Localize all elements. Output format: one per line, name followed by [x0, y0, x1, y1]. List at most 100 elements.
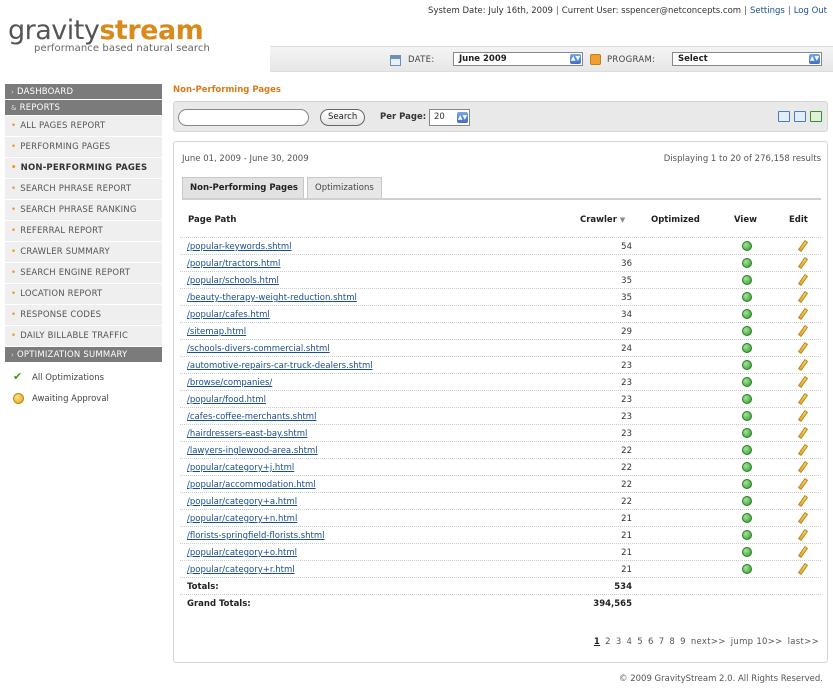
page-path-link[interactable]: /popular/category+j.html	[187, 463, 294, 473]
view-globe-icon[interactable]	[742, 496, 752, 506]
page-path-link[interactable]: /popular/category+o.html	[187, 548, 297, 558]
sidebar-item-location-report[interactable]: • LOCATION REPORT	[5, 284, 162, 305]
sidebar-item-non-performing-pages[interactable]: • NON-PERFORMING PAGES	[5, 158, 162, 179]
sidebar-item-search-phrase-report[interactable]: • SEARCH PHRASE REPORT	[5, 179, 162, 200]
view-globe-icon[interactable]	[742, 309, 752, 319]
view-globe-icon[interactable]	[742, 343, 752, 353]
page-link[interactable]: 9	[680, 637, 686, 647]
edit-pencil-icon[interactable]	[797, 324, 809, 338]
logout-link[interactable]: Log Out	[794, 6, 827, 16]
page-path-link[interactable]: /popular/category+n.html	[187, 514, 297, 524]
sidebar-item-response-codes[interactable]: • RESPONSE CODES	[5, 305, 162, 326]
tab-non-performing-pages[interactable]: Non-Performing Pages	[182, 177, 304, 198]
view-globe-icon[interactable]	[742, 377, 752, 387]
search-button[interactable]: Search	[320, 109, 366, 126]
sidebar-item-referral-report[interactable]: • REFERRAL REPORT	[5, 221, 162, 242]
page-path-link[interactable]: /popular/food.html	[187, 395, 266, 405]
per-page-select[interactable]: 20 ▲▼	[429, 109, 470, 126]
page-path-link[interactable]: /browse/companies/	[187, 378, 272, 388]
excel-icon[interactable]	[810, 111, 822, 122]
edit-pencil-icon[interactable]	[797, 307, 809, 321]
sidebar-item-daily-billable-traffic[interactable]: • DAILY BILLABLE TRAFFIC	[5, 326, 162, 347]
edit-pencil-icon[interactable]	[797, 375, 809, 389]
page-link[interactable]: 1	[594, 637, 600, 647]
sidebar-item-performing-pages[interactable]: • PERFORMING PAGES	[5, 137, 162, 158]
program-select[interactable]: Select ▲▼	[672, 52, 822, 66]
sidebar-reports[interactable]: & REPORTS	[5, 100, 162, 116]
col-optimized[interactable]: Optimized	[651, 215, 700, 225]
page-link[interactable]: 4	[627, 637, 633, 647]
edit-pencil-icon[interactable]	[797, 477, 809, 491]
edit-pencil-icon[interactable]	[797, 239, 809, 253]
view-globe-icon[interactable]	[742, 564, 752, 574]
view-globe-icon[interactable]	[742, 445, 752, 455]
page-path-link[interactable]: /sitemap.html	[187, 327, 246, 337]
view-globe-icon[interactable]	[742, 462, 752, 472]
page-path-link[interactable]: /hairdressers-east-bay.shtml	[187, 429, 307, 439]
page-link[interactable]: 5	[637, 637, 643, 647]
page-link[interactable]: 8	[669, 637, 675, 647]
edit-pencil-icon[interactable]	[797, 545, 809, 559]
view-globe-icon[interactable]	[742, 241, 752, 251]
view-globe-icon[interactable]	[742, 547, 752, 557]
col-crawler[interactable]: Crawler ▼	[580, 215, 625, 225]
sidebar-sub-awaiting-approval[interactable]: Awaiting Approval	[5, 387, 162, 408]
edit-pencil-icon[interactable]	[797, 460, 809, 474]
view-globe-icon[interactable]	[742, 275, 752, 285]
window-icon[interactable]	[778, 111, 790, 122]
page-path-link[interactable]: /popular/cafes.html	[187, 310, 270, 320]
page-path-link[interactable]: /schools-divers-commercial.shtml	[187, 344, 330, 354]
page-link[interactable]: 3	[616, 637, 622, 647]
view-globe-icon[interactable]	[742, 326, 752, 336]
sidebar-item-search-engine-report[interactable]: • SEARCH ENGINE REPORT	[5, 263, 162, 284]
view-globe-icon[interactable]	[742, 479, 752, 489]
page-path-link[interactable]: /beauty-therapy-weight-reduction.shtml	[187, 293, 357, 303]
edit-pencil-icon[interactable]	[797, 392, 809, 406]
page-path-link[interactable]: /lawyers-inglewood-area.shtml	[187, 446, 318, 456]
view-globe-icon[interactable]	[742, 360, 752, 370]
edit-pencil-icon[interactable]	[797, 494, 809, 508]
view-globe-icon[interactable]	[742, 258, 752, 268]
calendar-icon[interactable]	[390, 55, 401, 66]
view-globe-icon[interactable]	[742, 292, 752, 302]
view-globe-icon[interactable]	[742, 394, 752, 404]
page-path-link[interactable]: /popular/schools.html	[187, 276, 279, 286]
date-select[interactable]: June 2009 ▲▼	[453, 52, 583, 66]
view-globe-icon[interactable]	[742, 513, 752, 523]
page-link[interactable]: 6	[648, 637, 654, 647]
edit-pencil-icon[interactable]	[797, 528, 809, 542]
page-path-link[interactable]: /popular/category+r.html	[187, 565, 295, 575]
last-page-link[interactable]: last>>	[788, 637, 819, 647]
sidebar-item-search-phrase-ranking[interactable]: • SEARCH PHRASE RANKING	[5, 200, 162, 221]
sidebar-item-all-pages[interactable]: • ALL PAGES REPORT	[5, 116, 162, 137]
jump-page-link[interactable]: jump 10>>	[731, 637, 783, 647]
edit-pencil-icon[interactable]	[797, 341, 809, 355]
search-input[interactable]	[178, 109, 309, 126]
view-globe-icon[interactable]	[742, 530, 752, 540]
edit-pencil-icon[interactable]	[797, 426, 809, 440]
settings-link[interactable]: Settings	[750, 6, 785, 16]
page-path-link[interactable]: /popular/category+a.html	[187, 497, 297, 507]
edit-pencil-icon[interactable]	[797, 273, 809, 287]
col-page-path[interactable]: Page Path	[188, 215, 236, 225]
edit-pencil-icon[interactable]	[797, 256, 809, 270]
edit-pencil-icon[interactable]	[797, 358, 809, 372]
page-link[interactable]: 2	[605, 637, 611, 647]
view-globe-icon[interactable]	[742, 428, 752, 438]
edit-pencil-icon[interactable]	[797, 409, 809, 423]
page-path-link[interactable]: /popular/tractors.html	[187, 259, 280, 269]
sidebar-item-crawler-summary[interactable]: • CRAWLER SUMMARY	[5, 242, 162, 263]
edit-pencil-icon[interactable]	[797, 290, 809, 304]
page-path-link[interactable]: /cafes-coffee-merchants.shtml	[187, 412, 316, 422]
page-path-link[interactable]: /popular/accommodation.html	[187, 480, 316, 490]
page-link[interactable]: 7	[659, 637, 665, 647]
edit-pencil-icon[interactable]	[797, 443, 809, 457]
sidebar-dashboard[interactable]: › DASHBOARD	[5, 84, 162, 100]
tab-optimizations[interactable]: Optimizations	[307, 177, 382, 198]
edit-pencil-icon[interactable]	[797, 511, 809, 525]
edit-pencil-icon[interactable]	[797, 562, 809, 576]
next-page-link[interactable]: next>>	[691, 637, 726, 647]
sidebar-sub-all-optimizations[interactable]: ✔ All Optimizations	[5, 366, 162, 387]
export-icon[interactable]	[794, 111, 806, 122]
sidebar-optimization-summary[interactable]: › OPTIMIZATION SUMMARY	[5, 347, 162, 363]
